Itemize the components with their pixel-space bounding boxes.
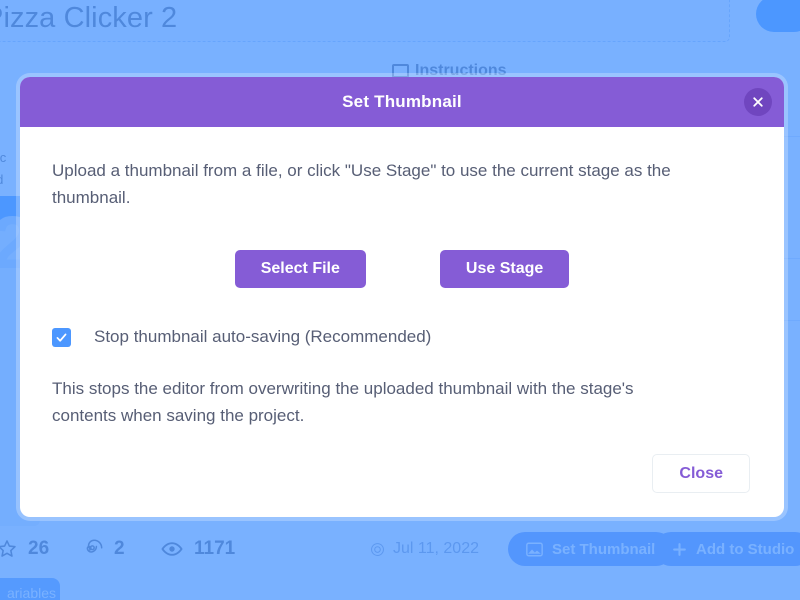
app-screen: Pizza Clicker 2 Instructions ct c hid 2 … bbox=[0, 0, 800, 600]
modal-title: Set Thumbnail bbox=[342, 92, 462, 111]
modal-body: Upload a thumbnail from a file, or click… bbox=[20, 127, 784, 517]
close-icon-button[interactable] bbox=[744, 88, 772, 116]
modal-header: Set Thumbnail bbox=[20, 77, 784, 127]
use-stage-button[interactable]: Use Stage bbox=[439, 250, 570, 288]
close-icon bbox=[753, 97, 763, 107]
modal-description: Upload a thumbnail from a file, or click… bbox=[52, 161, 671, 207]
modal-footer: Close bbox=[652, 454, 750, 493]
auto-save-checkbox-row: Stop thumbnail auto-saving (Recommended) bbox=[52, 327, 752, 347]
auto-save-explanation: This stops the editor from overwriting t… bbox=[52, 379, 634, 425]
select-file-button[interactable]: Select File bbox=[234, 250, 366, 288]
stop-auto-saving-checkbox[interactable] bbox=[52, 327, 71, 347]
set-thumbnail-modal: Set Thumbnail Upload a thumbnail from a … bbox=[20, 77, 784, 517]
check-icon bbox=[56, 333, 67, 342]
close-button[interactable]: Close bbox=[652, 454, 750, 493]
stop-auto-saving-label[interactable]: Stop thumbnail auto-saving (Recommended) bbox=[94, 327, 431, 347]
modal-action-row: Select File Use Stage bbox=[52, 250, 752, 288]
